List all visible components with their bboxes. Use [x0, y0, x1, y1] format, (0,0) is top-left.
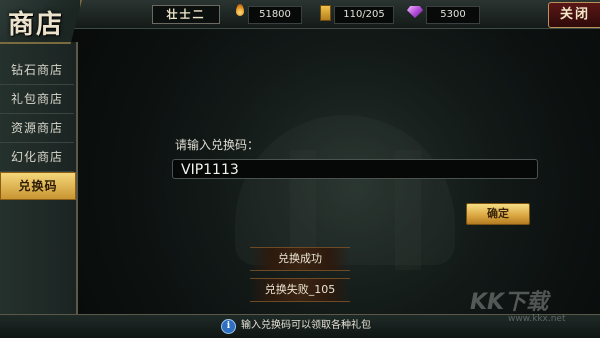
resource-scroll-value: 110/205 [334, 6, 394, 24]
sidebar-item-resource-shop[interactable]: 资源商店 [0, 114, 74, 143]
redeem-prompt-label: 请输入兑换码： [175, 138, 260, 152]
redeem-hint-text: 输入兑换码可以领取各种礼包 [241, 320, 371, 331]
shop-screen: 商店 壮士二 51800 110/205 5300 关闭 钻石商店 礼包商店 资… [0, 0, 600, 338]
shop-title: 商店 [8, 10, 65, 40]
info-icon: i [221, 319, 236, 334]
watermark-url: www.kkx.net [508, 314, 566, 324]
close-button[interactable]: 关闭 [548, 2, 600, 28]
redeem-fail-button[interactable]: 兑换失败_105 [250, 278, 350, 302]
flame-icon [236, 4, 244, 16]
resource-flame-value: 51800 [248, 6, 302, 24]
shop-title-plate: 商店 [0, 0, 82, 44]
redeem-code-input[interactable]: VIP1113 [172, 159, 538, 179]
sidebar-item-gift-shop[interactable]: 礼包商店 [0, 85, 74, 114]
sidebar-item-redeem-code[interactable]: 兑换码 [0, 172, 76, 200]
resource-gem-value: 5300 [426, 6, 480, 24]
watermark-logo: KK下载 [470, 290, 549, 315]
background-arch [235, 115, 455, 265]
sidebar-item-diamond-shop[interactable]: 钻石商店 [0, 56, 74, 85]
sidebar-item-transform-shop[interactable]: 幻化商店 [0, 143, 74, 172]
watermark: KK下载 www.kkx.net [470, 284, 595, 334]
redeem-success-button[interactable]: 兑换成功 [250, 247, 350, 271]
scroll-icon [320, 5, 331, 21]
rank-badge: 壮士二 [152, 5, 220, 24]
shop-sidebar: 钻石商店 礼包商店 资源商店 幻化商店 兑换码 [0, 42, 78, 314]
confirm-button[interactable]: 确定 [466, 203, 530, 225]
